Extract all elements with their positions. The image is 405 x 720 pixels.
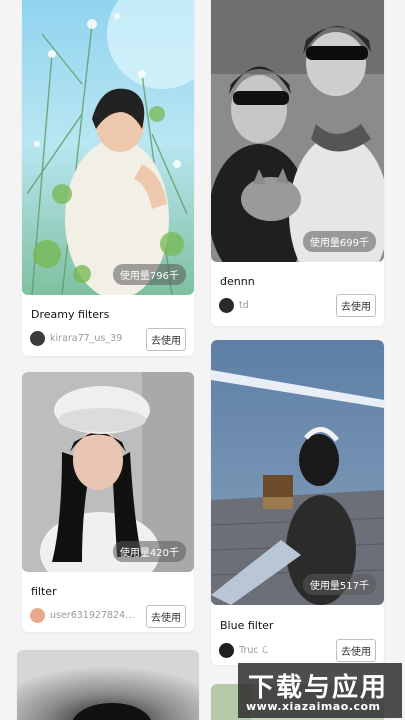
- filter-card-dennn[interactable]: 使用量699千 đennn td 去使用: [211, 0, 384, 326]
- watermark-title: 下载与应用: [248, 673, 389, 703]
- couple-photo: [211, 0, 384, 262]
- usage-count: 使用量517千: [302, 574, 376, 595]
- avatar: [219, 298, 234, 313]
- filter-feed: 使用量796千 Dreamy filters kirara77_us_39 去使…: [0, 0, 405, 720]
- usage-count: 使用量699千: [302, 231, 376, 252]
- use-filter-button[interactable]: 去使用: [336, 294, 376, 317]
- filter-title: đennn: [220, 275, 255, 288]
- usage-count: 使用量796千: [112, 264, 186, 285]
- filter-preview-image[interactable]: [17, 650, 199, 720]
- usage-count: 使用量420千: [112, 541, 186, 562]
- filter-card-dreamy[interactable]: 使用量796千 Dreamy filters kirara77_us_39 去使…: [22, 0, 194, 356]
- author-name: Truc ℒ: [239, 645, 269, 656]
- filter-preview-image[interactable]: 使用量420千: [22, 372, 194, 572]
- author-name: kirara77_us_39: [50, 333, 123, 344]
- use-filter-button[interactable]: 去使用: [146, 328, 186, 351]
- filter-card-blue[interactable]: 使用量517千 Blue filter Truc ℒ 去使用: [211, 340, 384, 665]
- avatar: [219, 643, 234, 658]
- filter-title: Blue filter: [220, 619, 274, 632]
- grayscale-photo: [17, 650, 199, 720]
- avatar: [30, 331, 45, 346]
- author-info[interactable]: user631927824…: [30, 608, 135, 623]
- filter-title: filter: [31, 585, 57, 598]
- filter-preview-image[interactable]: 使用量699千: [211, 0, 384, 262]
- author-info[interactable]: td: [219, 298, 249, 313]
- filter-preview-image[interactable]: 使用量796千: [22, 0, 194, 295]
- rooftop-photo: [211, 340, 384, 605]
- author-name: td: [239, 300, 249, 311]
- watermark-url: www.xiazaimao.com: [246, 700, 381, 713]
- dreamy-photo: [22, 0, 194, 295]
- filter-preview-image[interactable]: 使用量517千: [211, 340, 384, 605]
- avatar: [30, 608, 45, 623]
- site-watermark: 下载与应用 www.xiazaimao.com: [238, 663, 402, 718]
- author-info[interactable]: kirara77_us_39: [30, 331, 122, 346]
- filter-card-filter[interactable]: 使用量420千 filter user631927824… 去使用: [22, 372, 194, 632]
- filter-card-partial[interactable]: [17, 650, 199, 720]
- filter-title: Dreamy filters: [31, 308, 110, 321]
- author-info[interactable]: Truc ℒ: [219, 643, 268, 658]
- use-filter-button[interactable]: 去使用: [146, 605, 186, 628]
- use-filter-button[interactable]: 去使用: [336, 639, 376, 662]
- author-name: user631927824…: [50, 610, 135, 621]
